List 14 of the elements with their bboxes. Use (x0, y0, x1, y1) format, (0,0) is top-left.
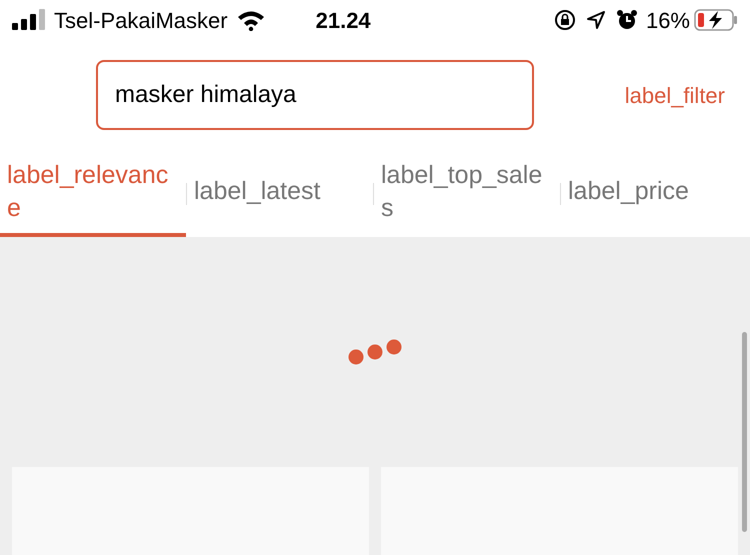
location-arrow-icon (586, 10, 606, 30)
rotation-lock-icon (554, 9, 576, 31)
search-field[interactable]: masker himalaya (96, 60, 534, 130)
filter-link[interactable]: label_filter (624, 78, 725, 112)
carrier-name: Tsel-PakaiMasker (54, 6, 228, 34)
wifi-icon (236, 9, 266, 31)
sort-tab[interactable]: label_latest (187, 150, 373, 237)
clock-time: 21.24 (316, 6, 371, 34)
sort-tab[interactable]: label_top_sales (374, 150, 560, 237)
battery-icon (694, 9, 738, 31)
sort-tab[interactable]: label_price (561, 150, 747, 237)
alarm-clock-icon (616, 9, 638, 31)
battery-percent: 16% (646, 6, 690, 34)
signal-icon (12, 9, 46, 31)
